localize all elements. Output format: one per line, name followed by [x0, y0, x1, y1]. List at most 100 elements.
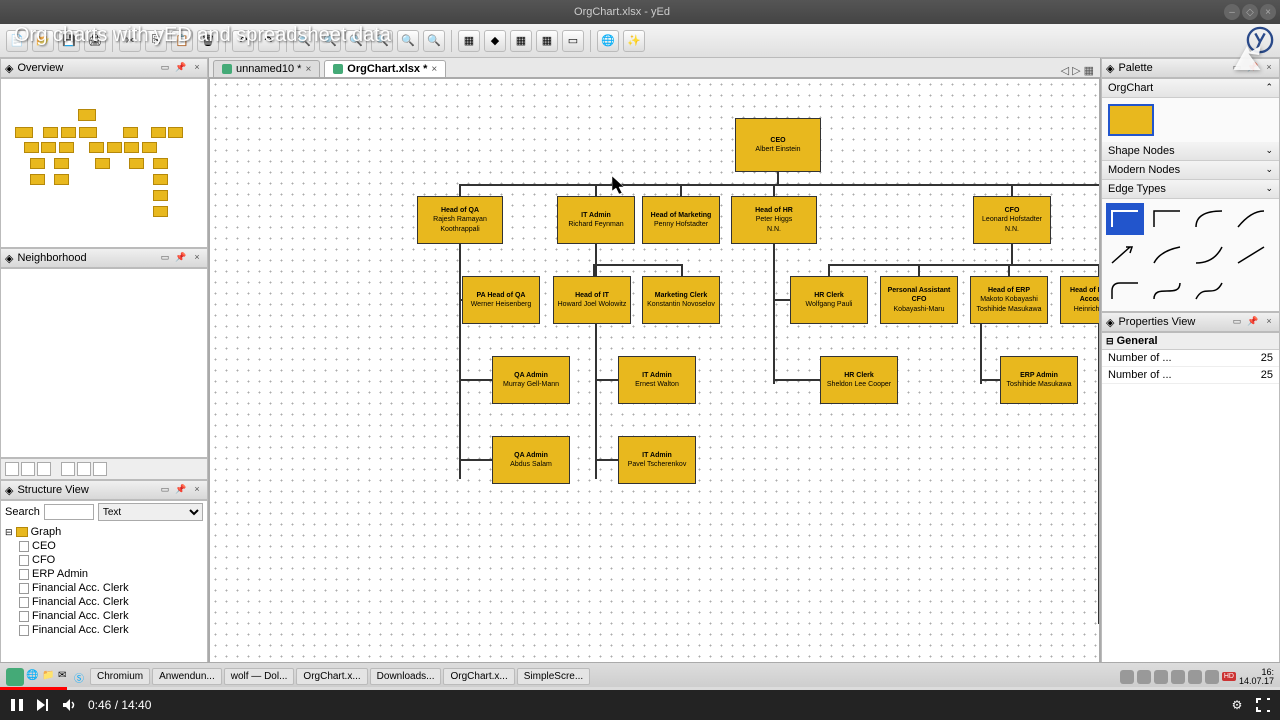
- org-node-hmkt[interactable]: Head of MarketingPenny Hofstadter: [642, 196, 720, 244]
- window-title: OrgChart.xlsx - yEd: [20, 6, 1224, 18]
- structure-tree[interactable]: ⊟ Graph CEO CFO ERP Admin Financial Acc.…: [1, 523, 207, 639]
- globe-button[interactable]: 🌐: [597, 30, 619, 52]
- tray-icon[interactable]: [1120, 670, 1134, 684]
- tray-icon[interactable]: [1137, 670, 1151, 684]
- volume-button[interactable]: [62, 698, 76, 712]
- tray-icon[interactable]: [1154, 670, 1168, 684]
- edge-type-9[interactable]: [1106, 275, 1144, 307]
- tray-icon[interactable]: [1171, 670, 1185, 684]
- taskbar-item[interactable]: Chromium: [90, 668, 150, 685]
- wand-button[interactable]: ✨: [623, 30, 645, 52]
- snap-button[interactable]: ▦: [536, 30, 558, 52]
- neighborhood-panel-header[interactable]: ◈Neighborhood ▭📌×: [0, 248, 208, 268]
- org-node-qaadm2[interactable]: QA AdminAbdus Salam: [492, 436, 570, 484]
- org-node-pahqa[interactable]: PA Head of QAWerner Heisenberg: [462, 276, 540, 324]
- org-node-ceo[interactable]: CEOAlbert Einstein: [735, 118, 821, 172]
- palette-section-edges[interactable]: Edge Types⌄: [1102, 180, 1279, 199]
- org-node-erpadm[interactable]: ERP AdminToshihide Masukawa: [1000, 356, 1078, 404]
- tabs-nav[interactable]: ◁ ▷ ▦: [1061, 64, 1100, 77]
- property-row[interactable]: Number of ...25: [1102, 367, 1279, 384]
- settings-button[interactable]: ⚙: [1230, 698, 1244, 712]
- hd-badge: HD: [1222, 672, 1236, 681]
- edge-type-5[interactable]: [1106, 239, 1144, 271]
- taskbar-item[interactable]: OrgChart.x...: [443, 668, 514, 685]
- zoom-area-button[interactable]: 🔍: [423, 30, 445, 52]
- structure-view-tabs[interactable]: [0, 458, 208, 480]
- org-node-pacfo[interactable]: Personal Assistant CFOKobayashi-Maru: [880, 276, 958, 324]
- org-node-itadm3[interactable]: IT AdminPavel Tscherenkov: [618, 436, 696, 484]
- overview-panel[interactable]: [0, 78, 208, 248]
- tool-5-button[interactable]: ▭: [562, 30, 584, 52]
- tool-2-button[interactable]: ◆: [484, 30, 506, 52]
- edge-type-3[interactable]: [1190, 203, 1228, 235]
- video-player-controls: 0:46 / 14:40 ⚙: [0, 690, 1280, 720]
- org-node-itadm[interactable]: IT AdminRichard Feynman: [557, 196, 635, 244]
- tray-icon[interactable]: [1188, 670, 1202, 684]
- org-node-mclrk[interactable]: Marketing ClerkKonstantin Novoselov: [642, 276, 720, 324]
- palette-node-orgchart[interactable]: [1108, 104, 1154, 136]
- clock: 16:14.07.17: [1239, 668, 1274, 686]
- close-icon[interactable]: ×: [1260, 4, 1276, 20]
- edge-type-1[interactable]: [1106, 203, 1144, 235]
- overview-panel-header[interactable]: ◈Overview ▭📌×: [0, 58, 208, 78]
- tab-unnamed[interactable]: unnamed10 *×: [213, 60, 320, 77]
- start-button[interactable]: [6, 668, 24, 686]
- close-icon[interactable]: ×: [305, 64, 311, 75]
- taskbar-item[interactable]: Anwendun...: [152, 668, 222, 685]
- skype-icon[interactable]: Ⓢ: [74, 670, 88, 684]
- chrome-icon[interactable]: 🌐: [26, 670, 40, 684]
- edge-type-4[interactable]: [1232, 203, 1270, 235]
- property-row[interactable]: Number of ...25: [1102, 350, 1279, 367]
- tree-item: Financial Acc. Clerk: [5, 595, 203, 609]
- tree-item: CFO: [5, 553, 203, 567]
- taskbar-item[interactable]: SimpleScre...: [517, 668, 590, 685]
- org-node-hit[interactable]: Head of ITHoward Joel Wolowitz: [553, 276, 631, 324]
- fullscreen-button[interactable]: [1256, 698, 1270, 712]
- zoom-sel-button[interactable]: 🔍: [397, 30, 419, 52]
- edge-type-10[interactable]: [1148, 275, 1186, 307]
- taskbar-item[interactable]: wolf — Dol...: [224, 668, 295, 685]
- video-progress[interactable]: [0, 687, 1280, 690]
- taskbar-item[interactable]: Downloads...: [370, 668, 442, 685]
- org-node-hhr[interactable]: Head of HRPeter HiggsN.N.: [731, 196, 817, 244]
- org-node-hfacc[interactable]: Head of Financial AccountingHeinrich Roh…: [1060, 276, 1100, 324]
- org-node-hrclrk2[interactable]: HR ClerkSheldon Lee Cooper: [820, 356, 898, 404]
- mail-icon[interactable]: ✉: [58, 670, 72, 684]
- graph-canvas[interactable]: CEOAlbert Einstein Head of QARajesh Ramay…: [209, 78, 1100, 676]
- video-overlay-title: Org charts with yED and spreadsheet data: [14, 24, 391, 47]
- tray-icon[interactable]: [1205, 670, 1219, 684]
- taskbar-item[interactable]: OrgChart.x...: [296, 668, 367, 685]
- org-node-hqa[interactable]: Head of QARajesh Ramayan Koothrappali: [417, 196, 503, 244]
- desktop-taskbar: 🌐 📁 ✉ Ⓢ Chromium Anwendun... wolf — Dol.…: [0, 662, 1280, 690]
- neighborhood-panel[interactable]: [0, 268, 208, 458]
- search-mode-select[interactable]: Text: [98, 503, 203, 521]
- play-pause-button[interactable]: [10, 698, 24, 712]
- edge-type-2[interactable]: [1148, 203, 1186, 235]
- tab-orgchart[interactable]: OrgChart.xlsx *×: [324, 60, 446, 77]
- org-node-cfo[interactable]: CFOLeonard HofstadterN.N.: [973, 196, 1051, 244]
- edge-type-7[interactable]: [1190, 239, 1228, 271]
- palette-section-orgchart[interactable]: OrgChart⌃: [1102, 79, 1279, 98]
- search-input[interactable]: [44, 504, 94, 520]
- maximize-icon[interactable]: ◇: [1242, 4, 1258, 20]
- properties-panel-header[interactable]: ◈Properties View ▭📌×: [1101, 312, 1280, 332]
- org-node-qaadm1[interactable]: QA AdminMurray Gell-Mann: [492, 356, 570, 404]
- grid-button[interactable]: ▦: [510, 30, 532, 52]
- files-icon[interactable]: 📁: [42, 670, 56, 684]
- close-icon[interactable]: ×: [431, 64, 437, 75]
- structure-panel-header[interactable]: ◈Structure View ▭📌×: [0, 480, 208, 500]
- layout-button[interactable]: ▦: [458, 30, 480, 52]
- edge-type-11[interactable]: [1190, 275, 1228, 307]
- share-icon[interactable]: [1229, 40, 1265, 81]
- palette-section-modern[interactable]: Modern Nodes⌄: [1102, 161, 1279, 180]
- tree-item: CEO: [5, 539, 203, 553]
- minimize-icon[interactable]: –: [1224, 4, 1240, 20]
- edge-type-6[interactable]: [1148, 239, 1186, 271]
- next-button[interactable]: [36, 698, 50, 712]
- left-sidebar: ◈Overview ▭📌×: [0, 58, 209, 676]
- edge-type-8[interactable]: [1232, 239, 1270, 271]
- org-node-itadm2[interactable]: IT AdminErnest Walton: [618, 356, 696, 404]
- org-node-herp[interactable]: Head of ERPMakoto KobayashiToshihide Mas…: [970, 276, 1048, 324]
- org-node-hrclrk[interactable]: HR ClerkWolfgang Pauli: [790, 276, 868, 324]
- palette-section-shape[interactable]: Shape Nodes⌄: [1102, 142, 1279, 161]
